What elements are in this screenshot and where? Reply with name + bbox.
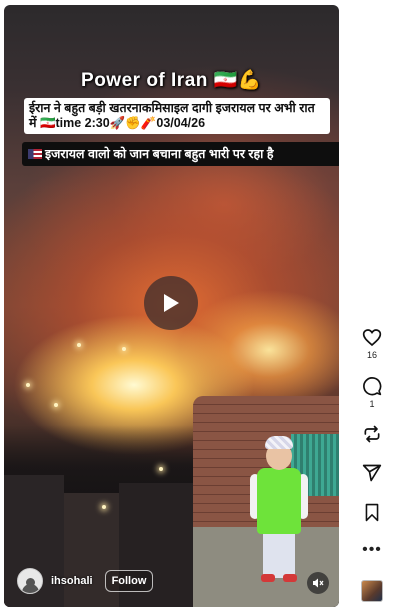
child-legs <box>263 532 295 578</box>
city-light <box>102 505 106 509</box>
more-icon: ••• <box>362 541 382 558</box>
like-count: 16 <box>366 350 377 360</box>
play-icon <box>164 294 179 312</box>
city-light <box>159 467 163 471</box>
us-flag-icon <box>28 149 42 159</box>
city-light <box>122 347 126 351</box>
caption-subline: इजरायल वालो को जान बचाना बहुत भारी पर रह… <box>22 142 339 166</box>
heart-icon <box>362 329 382 347</box>
bookmark-icon <box>365 503 379 522</box>
comment-count: 1 <box>369 399 375 409</box>
reel-video[interactable]: Power of Iran 🇮🇷💪 ईरान ने बहुत बड़ी खतरन… <box>4 5 339 607</box>
avatar[interactable] <box>17 568 43 594</box>
mute-icon <box>313 578 324 588</box>
like-action[interactable]: 16 <box>355 328 389 360</box>
comment-icon <box>363 377 382 396</box>
city-light <box>54 403 58 407</box>
caption-subline-text: इजरायल वालो को जान बचाना बहुत भारी पर रह… <box>45 147 274 161</box>
play-button[interactable] <box>144 276 198 330</box>
repost-action[interactable] <box>355 424 389 444</box>
child-shoe <box>261 574 275 582</box>
city-light <box>26 383 30 387</box>
video-title: Power of Iran 🇮🇷💪 <box>81 70 262 91</box>
repost-icon <box>364 425 380 443</box>
city-light <box>77 343 81 347</box>
share-action[interactable] <box>355 463 389 483</box>
author-username[interactable]: ihsohali <box>51 575 93 587</box>
author-row: ihsohali Follow <box>17 568 154 594</box>
save-action[interactable] <box>355 503 389 522</box>
share-icon <box>362 464 382 482</box>
child-shoe <box>283 574 297 582</box>
mute-button[interactable] <box>307 572 329 594</box>
child-cap <box>265 436 293 449</box>
audio-thumbnail[interactable] <box>361 580 383 602</box>
child-vest <box>257 468 301 534</box>
comment-action[interactable]: 1 <box>355 376 389 409</box>
follow-button[interactable]: Follow <box>104 570 154 592</box>
caption-headline: ईरान ने बहुत बड़ी खतरनाकमिसाइल दागी इजरा… <box>24 98 330 134</box>
more-action[interactable]: ••• <box>355 541 389 558</box>
